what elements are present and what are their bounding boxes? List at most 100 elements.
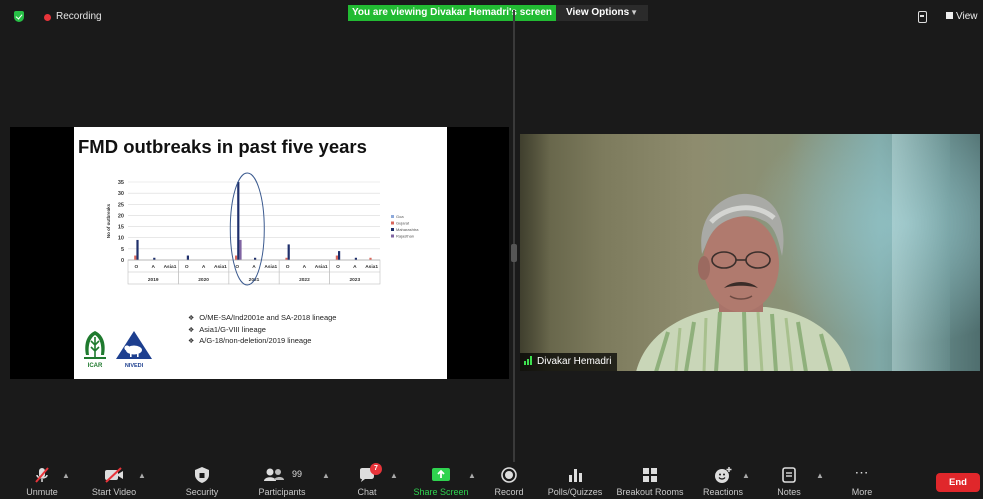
share-screen-button[interactable]: ▲ Share Screen [410,462,476,499]
diamond-bullet-icon: ❖ [188,315,195,322]
legend-swatch [391,234,394,238]
icar-logo: ICAR [84,331,106,369]
viewing-screen-banner: You are viewing Divakar Hemadri's screen [348,5,556,21]
participant-figure [636,193,851,371]
shared-screen: FMD outbreaks in past five years 0 5 10 15 2… [10,127,509,379]
x-category-label: O [286,264,290,270]
polls-quizzes-button[interactable]: Polls/Quizzes [544,462,606,499]
diamond-bullet-icon: ❖ [188,338,195,345]
y-tick-label: 25 [118,202,124,208]
y-tick-label: 30 [118,191,124,197]
x-category-label: Asia1 [164,264,177,270]
security-shield-icon[interactable] [14,11,24,22]
x-category-label: Asia1 [365,264,378,270]
more-button[interactable]: ⋯ More [842,462,882,499]
unmute-options-caret[interactable]: ▲ [62,471,70,480]
bar [338,251,341,260]
x-category-label: Asia1 [264,264,277,270]
svg-text:ICAR: ICAR [88,363,103,369]
participants-count: 99 [292,469,303,479]
y-tick-label: 35 [118,180,124,186]
y-axis-label: No of outbreaks [106,203,111,238]
legend-swatch [391,228,394,231]
share-options-caret[interactable]: ▲ [468,471,476,480]
shield-icon [195,467,209,483]
x-category-label: A [303,264,307,270]
participants-icon [264,468,284,481]
notes-icon [782,467,796,483]
bar [354,257,357,260]
participants-options-caret[interactable]: ▲ [322,471,330,480]
bar [335,255,338,260]
bar [186,255,189,260]
video-options-caret[interactable]: ▲ [138,471,146,480]
diamond-bullet-icon: ❖ [188,326,195,334]
bar [254,257,257,260]
record-button[interactable]: Record [488,462,530,499]
reactions-options-caret[interactable]: ▲ [742,471,750,480]
breakout-rooms-button[interactable]: Breakout Rooms [614,462,686,499]
split-divider-handle[interactable] [511,244,517,262]
y-tick-label: 5 [121,247,124,253]
x-category-label: Asia1 [315,264,328,270]
bar [285,257,288,260]
view-button[interactable]: View [946,11,978,22]
bar [136,239,139,260]
x-category-label: A [252,264,256,270]
chat-unread-badge: 7 [370,463,382,475]
chat-button[interactable]: 7 ▲ Chat [344,462,398,499]
bar [237,182,240,260]
recording-dot-icon [44,14,51,21]
x-year-label: 2019 [148,277,159,283]
chat-options-caret[interactable]: ▲ [390,471,398,480]
recording-label: Recording [56,11,102,22]
more-dots-icon: ⋯ [854,464,870,480]
poll-chart-icon [569,469,582,482]
split-divider[interactable] [513,10,515,462]
record-icon [501,467,517,483]
share-screen-icon [432,468,450,481]
phone-swap-icon[interactable] [918,11,927,23]
meeting-toolbar: ▲ Unmute ▲ Start Video Security 99 ▲ Par… [0,462,983,499]
x-category-label: A [151,264,155,270]
legend-swatch [391,215,394,218]
lineage-bullet-list: ❖ O/ME-SA/Ind2001e and SA-2018 lineage ❖ A… [188,313,336,348]
bullet-item: ❖ Asia1/G-VIII lineage [188,324,266,334]
security-button[interactable]: Security [174,462,230,499]
signal-bars-icon [524,356,534,365]
x-category-label: O [185,264,189,270]
bar [153,257,156,260]
x-category-label: A [202,264,206,270]
smiley-plus-icon [715,467,732,483]
reactions-button[interactable]: ▲ Reactions [698,462,750,499]
start-video-button[interactable]: ▲ Start Video [84,462,146,499]
y-tick-label: 15 [118,225,124,231]
legend-swatch [391,221,394,225]
bullet-item: ❖ O/ME-SA/Ind2001e and SA-2018 lineage [188,313,337,322]
legend-label: Gujarat [396,221,410,226]
unmute-button[interactable]: ▲ Unmute [14,462,70,499]
camera-background-door [892,134,950,371]
svg-text:NIVEDI: NIVEDI [125,363,144,369]
view-options-label: View Options [566,7,630,18]
bullet-item: ❖ A/G-18/non-deletion/2019 lineage [188,336,312,345]
zoom-meeting-window: Recording You are viewing Divakar Hemadr… [0,0,983,499]
notes-button[interactable]: ▲ Notes [768,462,824,499]
x-category-label: O [336,264,340,270]
x-year-label: 2022 [299,277,310,283]
legend-label: Maharashtra [396,227,419,232]
bar [369,257,372,260]
bar [287,244,290,260]
notes-options-caret[interactable]: ▲ [816,471,824,480]
breakout-grid-icon [643,468,657,482]
x-year-label: 2020 [198,277,209,283]
view-options-button[interactable]: View Options ▼ [556,5,648,21]
chevron-down-icon: ▼ [630,8,638,17]
y-tick-label: 20 [118,213,124,219]
muted-microphone-icon [35,467,49,483]
x-category-label: A [353,264,357,270]
participants-button[interactable]: 99 ▲ Participants [252,462,330,499]
legend-label: Goa [396,214,404,219]
end-meeting-button[interactable]: End [936,473,980,492]
participant-video[interactable]: Divakar Hemadri [520,134,980,371]
